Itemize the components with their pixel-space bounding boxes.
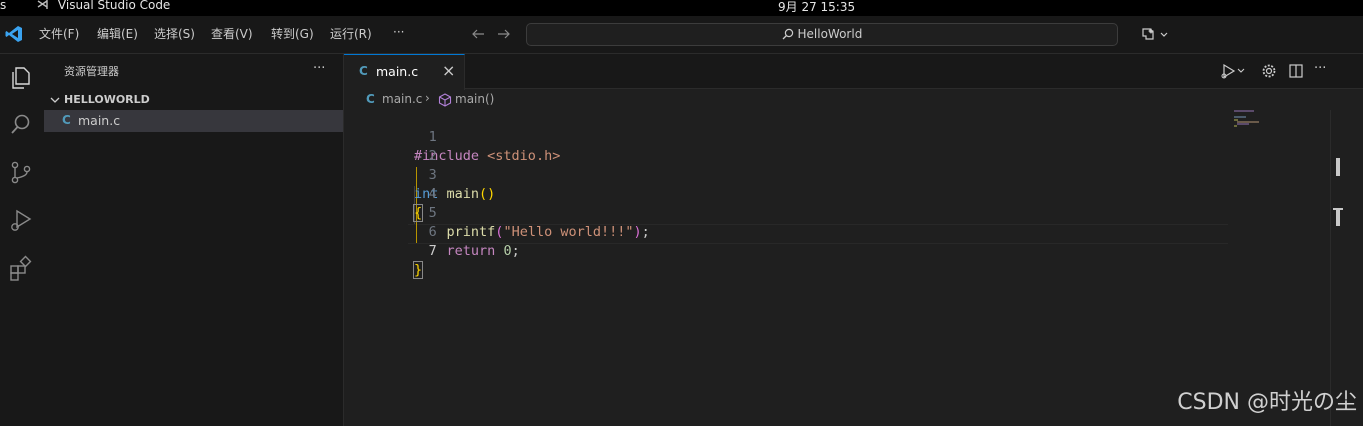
- settings-gear-icon[interactable]: [1261, 63, 1277, 79]
- close-icon[interactable]: ×: [442, 61, 455, 80]
- explorer-sidebar: 资源管理器 ··· HELLOWORLD C main.c: [44, 54, 344, 426]
- menu-run[interactable]: 运行(R): [330, 25, 372, 42]
- code-text: }: [412, 261, 424, 279]
- code-line: 2: [344, 128, 1344, 164]
- source-control-icon[interactable]: [7, 158, 35, 186]
- back-arrow-icon[interactable]: [471, 27, 485, 41]
- explorer-icon[interactable]: [7, 64, 35, 92]
- activity-bar: [0, 54, 45, 426]
- tab-label: main.c: [376, 64, 419, 79]
- system-app-indicator[interactable]: s Visual Studio Code: [0, 0, 170, 12]
- code-line: 5 printf("Hello world!!!");: [344, 185, 1344, 240]
- copilot-icon: [1142, 28, 1154, 40]
- search-icon: [782, 28, 793, 40]
- editor-group: C main.c × ··· C main.c › main() 1 #incl…: [344, 54, 1363, 426]
- search-label: HelloWorld: [797, 27, 863, 41]
- copilot-menu[interactable]: [1140, 26, 1172, 42]
- system-top-bar: s Visual Studio Code 9月 27 15:35: [0, 0, 1363, 16]
- tab-bar: C main.c × ···: [344, 54, 1363, 90]
- chevron-down-icon: [50, 97, 60, 103]
- chevron-right-icon: ›: [425, 91, 430, 105]
- menu-view[interactable]: 查看(V): [211, 25, 253, 42]
- forward-arrow-icon[interactable]: [497, 27, 511, 41]
- code-line: 4 {: [344, 166, 1344, 222]
- file-item-main-c[interactable]: C main.c: [44, 110, 343, 132]
- method-cube-icon: [438, 93, 452, 107]
- breadcrumb-symbol[interactable]: main(): [455, 92, 494, 106]
- sidebar-title: 资源管理器: [64, 65, 119, 78]
- folder-name: HELLOWORLD: [64, 93, 150, 106]
- vscode-logo-icon: [5, 26, 22, 42]
- more-actions-button[interactable]: ···: [1314, 61, 1326, 76]
- file-name: main.c: [78, 113, 121, 128]
- menu-more[interactable]: ···: [393, 25, 404, 39]
- vscode-small-icon: [37, 0, 48, 9]
- command-center-search[interactable]: HelloWorld: [526, 23, 1118, 46]
- tab-main-c[interactable]: C main.c ×: [344, 54, 465, 90]
- run-icon[interactable]: [1220, 63, 1246, 79]
- code-line: 7 }: [344, 223, 1344, 279]
- menu-selection[interactable]: 选择(S): [154, 25, 195, 42]
- vertical-scrollbar[interactable]: [1330, 110, 1345, 426]
- editor-actions: ···: [1220, 61, 1350, 80]
- c-file-icon: C: [62, 113, 71, 127]
- sidebar-more-button[interactable]: ···: [313, 61, 325, 76]
- code-line: 6 return 0;: [344, 204, 1344, 259]
- minimap[interactable]: [1232, 110, 1292, 140]
- menu-edit[interactable]: 编辑(E): [97, 25, 138, 42]
- clock[interactable]: 9月 27 15:35: [778, 0, 855, 15]
- search-icon[interactable]: [7, 110, 35, 138]
- title-bar: 文件(F) 编辑(E) 选择(S) 查看(V) 转到(G) 运行(R) ··· …: [0, 16, 1363, 54]
- line-number: 7: [428, 243, 437, 259]
- c-file-icon: C: [359, 64, 368, 78]
- app-fragment: s: [0, 0, 7, 12]
- folder-header[interactable]: HELLOWORLD: [44, 91, 343, 109]
- watermark: CSDN @时光の尘: [1177, 390, 1357, 415]
- split-editor-icon[interactable]: [1288, 63, 1304, 79]
- extensions-icon[interactable]: [7, 254, 35, 282]
- menu-file[interactable]: 文件(F): [39, 25, 79, 42]
- breadcrumb-file[interactable]: main.c: [382, 92, 422, 106]
- chevron-down-icon: [1160, 32, 1168, 37]
- run-and-debug-icon[interactable]: [7, 206, 35, 234]
- menu-go[interactable]: 转到(G): [271, 25, 314, 42]
- app-name: Visual Studio Code: [57, 0, 171, 12]
- code-line: 1 #include <stdio.h>: [344, 109, 1344, 164]
- c-file-icon: C: [366, 92, 375, 106]
- code-line: 3 int main(): [344, 147, 1344, 202]
- code-editor[interactable]: 1 #include <stdio.h> 2 3 int main() 4 { …: [344, 110, 1329, 426]
